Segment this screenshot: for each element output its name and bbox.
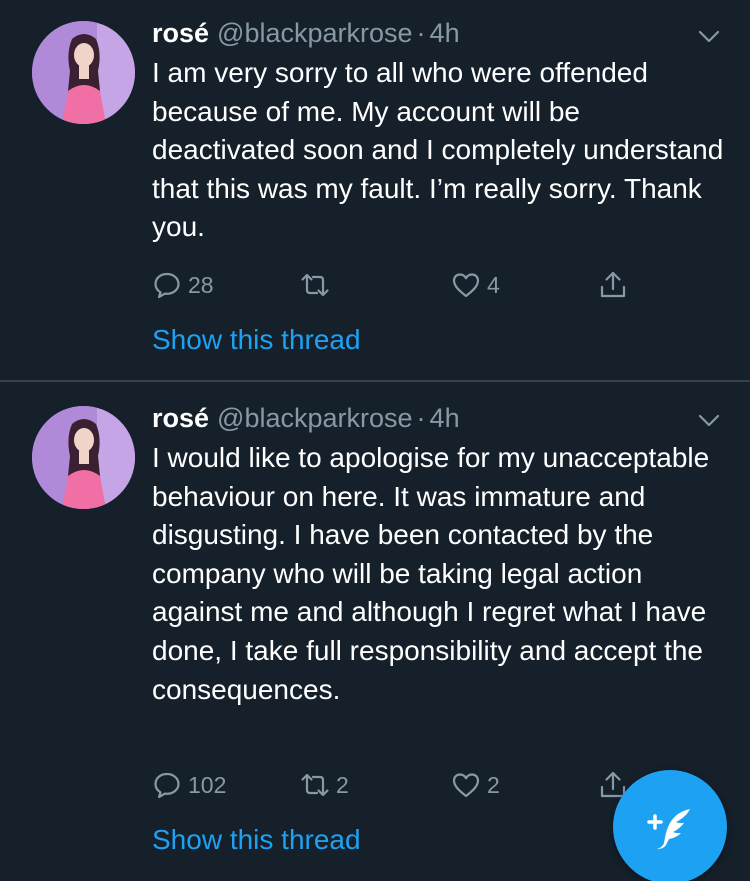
reply-icon	[154, 272, 180, 299]
user-handle[interactable]: @blackparkrose	[217, 403, 413, 433]
separator-dot: ·	[416, 18, 426, 48]
tweet-actions: 102 2 2	[152, 767, 652, 803]
reply-count: 28	[188, 271, 214, 298]
compose-tweet-icon	[647, 809, 690, 849]
retweet-button[interactable]: 2	[300, 767, 349, 803]
like-button[interactable]: 2	[451, 767, 500, 803]
avatar-image	[32, 406, 135, 509]
reply-button[interactable]: 28	[152, 267, 214, 303]
tweet[interactable]: rosé @blackparkrose · 4h I am very sorry to…	[0, 0, 750, 381]
tweet-text: I would like to apologise for my unaccep…	[152, 442, 710, 705]
reply-button[interactable]: 102	[152, 767, 226, 803]
heart-icon	[452, 773, 480, 798]
like-count: 4	[487, 271, 500, 298]
reply-icon	[154, 772, 180, 799]
show-thread-link[interactable]: Show this thread	[152, 823, 361, 857]
like-button[interactable]: 4	[451, 267, 500, 303]
compose-tweet-button[interactable]	[613, 770, 727, 881]
like-count: 2	[487, 771, 500, 798]
retweet-icon	[301, 773, 329, 797]
display-name[interactable]: rosé	[152, 18, 209, 48]
display-name[interactable]: rosé	[152, 403, 209, 433]
tweet-header: rosé @blackparkrose · 4h	[152, 16, 460, 50]
tweet-header: rosé @blackparkrose · 4h	[152, 401, 460, 435]
timestamp[interactable]: 4h	[430, 18, 460, 48]
chevron-down-icon[interactable]	[697, 408, 721, 432]
retweet-button[interactable]	[300, 267, 336, 303]
retweet-count: 2	[336, 771, 349, 798]
retweet-icon	[301, 273, 329, 297]
avatar[interactable]	[32, 21, 135, 124]
timestamp[interactable]: 4h	[430, 403, 460, 433]
tweet-actions: 28 4	[152, 267, 652, 303]
show-thread-link[interactable]: Show this thread	[152, 323, 361, 357]
avatar-image	[32, 21, 135, 124]
share-button[interactable]	[598, 267, 628, 303]
tweet-text: I am very sorry to all who were offended…	[152, 57, 724, 243]
avatar[interactable]	[32, 406, 135, 509]
share-icon	[600, 271, 626, 298]
user-handle[interactable]: @blackparkrose	[217, 18, 413, 48]
heart-icon	[452, 273, 480, 298]
reply-count: 102	[188, 771, 227, 798]
separator-dot: ·	[416, 403, 426, 433]
chevron-down-icon[interactable]	[697, 24, 721, 48]
